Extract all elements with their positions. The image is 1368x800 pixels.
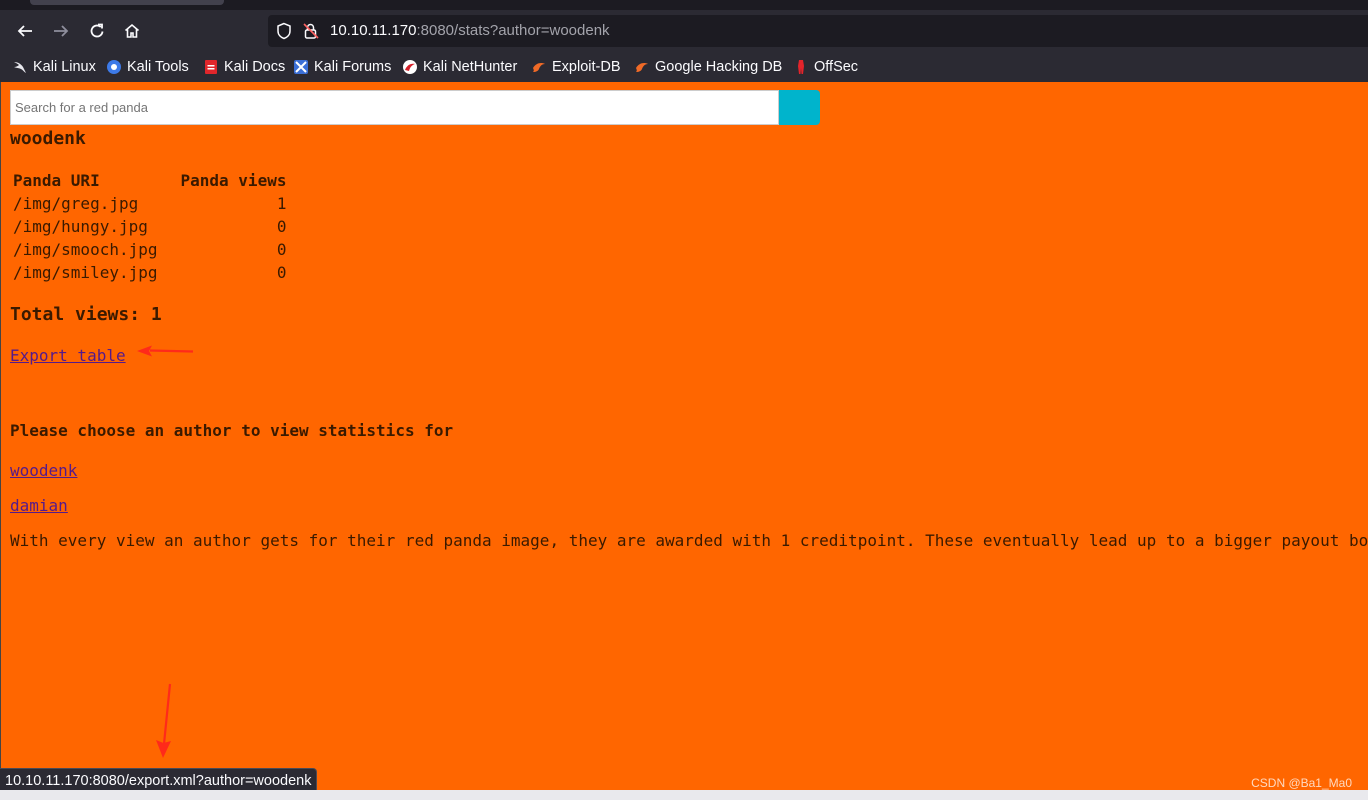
panda-uri-cell: /img/greg.jpg bbox=[13, 194, 139, 213]
exploit-db-icon bbox=[531, 59, 547, 75]
watermark: CSDN @Ba1_Ma0 bbox=[1251, 776, 1352, 790]
bookmark-label: Kali NetHunter bbox=[423, 59, 518, 75]
bookmark-exploit-db[interactable]: Exploit-DB bbox=[531, 57, 621, 77]
browser-window: 10.10.11.170:8080/stats?author=woodenk K… bbox=[0, 0, 1368, 800]
author-link-woodenk[interactable]: woodenk bbox=[10, 461, 77, 480]
url-path: :8080/stats?author=woodenk bbox=[416, 22, 610, 39]
insecure-lock-icon[interactable] bbox=[302, 22, 320, 40]
choose-author-heading: Please choose an author to view statisti… bbox=[10, 421, 454, 440]
table-row: /img/greg.jpg 1 bbox=[10, 192, 289, 215]
kali-tools-icon bbox=[106, 59, 122, 75]
bookmark-google-hacking-db[interactable]: Google Hacking DB bbox=[634, 57, 782, 77]
annotation-arrow-left-icon bbox=[137, 345, 194, 357]
panda-uri-cell: /img/smooch.jpg bbox=[13, 240, 158, 259]
panda-uri-cell: /img/smiley.jpg bbox=[13, 263, 158, 282]
kali-dragon-icon bbox=[12, 59, 28, 75]
tab[interactable] bbox=[30, 0, 224, 5]
panda-uri-cell: /img/hungy.jpg bbox=[13, 217, 148, 236]
bookmark-kali-forums[interactable]: Kali Forums bbox=[293, 57, 391, 77]
table-header-row: Panda URI Panda views bbox=[10, 169, 289, 192]
column-header-uri: Panda URI bbox=[13, 171, 100, 190]
export-table-link[interactable]: Export table bbox=[10, 346, 126, 365]
back-arrow-icon bbox=[17, 25, 32, 37]
bookmark-label: Exploit-DB bbox=[552, 59, 621, 75]
author-heading: woodenk bbox=[10, 128, 86, 149]
home-icon bbox=[124, 23, 140, 38]
bookmark-label: Kali Linux bbox=[33, 59, 96, 75]
bookmark-kali-nethunter[interactable]: Kali NetHunter bbox=[402, 57, 517, 77]
bookmark-kali-linux[interactable]: Kali Linux bbox=[12, 57, 96, 77]
kali-nethunter-icon bbox=[402, 59, 418, 75]
url-host: 10.10.11.170 bbox=[330, 22, 417, 39]
panda-stats-table: Panda URI Panda views /img/greg.jpg 1 /i… bbox=[10, 169, 289, 284]
bookmark-label: Kali Docs bbox=[224, 59, 286, 75]
home-button[interactable] bbox=[117, 16, 147, 46]
tracking-shield-icon[interactable] bbox=[276, 22, 292, 40]
page-content: woodenk Panda URI Panda views /img/greg.… bbox=[0, 82, 1368, 790]
panda-views-cell: 0 bbox=[276, 217, 287, 236]
navigation-toolbar: 10.10.11.170:8080/stats?author=woodenk bbox=[0, 10, 1368, 52]
total-views: Total views: 1 bbox=[10, 304, 162, 325]
tab-strip bbox=[0, 0, 1368, 10]
table-row: /img/hungy.jpg 0 bbox=[10, 215, 289, 238]
bookmark-kali-docs[interactable]: Kali Docs bbox=[203, 57, 285, 77]
annotation-arrow-down-icon bbox=[156, 683, 172, 758]
bookmarks-toolbar: Kali Linux Kali Tools Kali Docs Kali For… bbox=[0, 52, 1368, 83]
bookmark-label: OffSec bbox=[814, 59, 859, 75]
reload-button[interactable] bbox=[82, 16, 112, 46]
table-row: /img/smiley.jpg 0 bbox=[10, 261, 289, 284]
forward-arrow-icon bbox=[54, 25, 69, 37]
url-text[interactable]: 10.10.11.170:8080/stats?author=woodenk bbox=[330, 22, 610, 39]
author-link-damian[interactable]: damian bbox=[10, 496, 68, 515]
search-form bbox=[10, 90, 820, 125]
kali-docs-icon bbox=[203, 59, 219, 75]
ghdb-icon bbox=[634, 59, 650, 75]
panda-views-cell: 0 bbox=[276, 240, 287, 259]
panda-views-cell: 0 bbox=[276, 263, 287, 282]
back-button[interactable] bbox=[10, 16, 40, 46]
bookmark-label: Kali Forums bbox=[314, 59, 392, 75]
bookmark-kali-tools[interactable]: Kali Tools bbox=[106, 57, 189, 77]
bookmark-label: Google Hacking DB bbox=[655, 59, 783, 75]
table-row: /img/smooch.jpg 0 bbox=[10, 238, 289, 261]
search-button[interactable] bbox=[779, 90, 820, 125]
kali-forums-icon bbox=[293, 59, 309, 75]
panda-views-cell: 1 bbox=[276, 194, 287, 213]
bookmark-label: Kali Tools bbox=[127, 59, 189, 75]
offsec-icon bbox=[793, 59, 809, 75]
creditpoint-info-text: With every view an author gets for their… bbox=[10, 531, 1368, 550]
search-input[interactable] bbox=[10, 90, 780, 125]
forward-button[interactable] bbox=[46, 16, 76, 46]
bookmark-offsec[interactable]: OffSec bbox=[793, 57, 858, 77]
window-bottom-edge bbox=[0, 790, 1368, 800]
reload-icon bbox=[90, 23, 104, 38]
url-bar[interactable]: 10.10.11.170:8080/stats?author=woodenk bbox=[268, 15, 1368, 47]
column-header-views: Panda views bbox=[180, 171, 287, 190]
